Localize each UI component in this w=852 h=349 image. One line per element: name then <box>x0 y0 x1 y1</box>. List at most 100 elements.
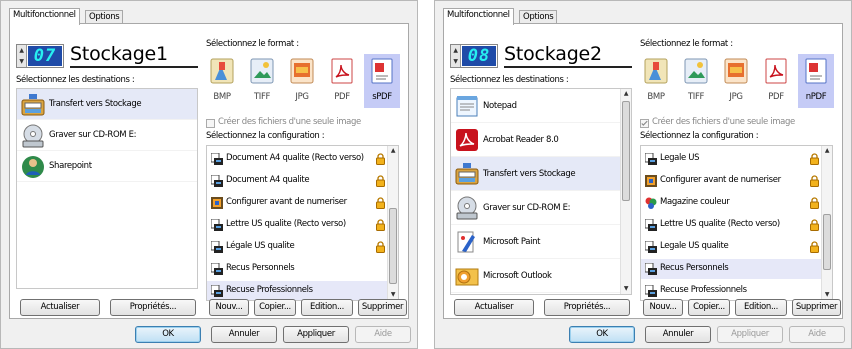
apply-button[interactable]: Appliquer <box>717 326 783 343</box>
single-file-checkbox[interactable] <box>206 119 215 128</box>
refresh-button[interactable]: Actualiser <box>20 299 100 316</box>
delete-button[interactable]: Supprimer <box>792 299 841 316</box>
tab-multifonctionnel[interactable]: Multifonctionnel <box>443 8 514 25</box>
format-tiff[interactable]: TIFF <box>678 54 714 108</box>
configuration-item[interactable]: Recuse Professionnels <box>641 281 823 300</box>
format-jpg[interactable]: JPG <box>718 54 754 108</box>
destination-item[interactable]: Microsoft Outlook <box>451 259 621 293</box>
cancel-button[interactable]: Annuler <box>645 326 711 343</box>
ok-button[interactable]: OK <box>569 326 635 343</box>
new-button[interactable]: Nouv... <box>643 299 683 316</box>
button-number-spinner[interactable]: ▲ ▼ 07 <box>16 44 64 68</box>
configuration-list[interactable]: Legale US Configurer avant de numeriser Ma… <box>640 145 833 301</box>
scroll-up-icon[interactable]: ▲ <box>388 146 398 156</box>
button-name-field[interactable]: Stockage1 <box>70 40 198 68</box>
destination-item[interactable]: Graver sur CD-ROM E: <box>17 120 197 151</box>
notepad-icon <box>454 93 480 119</box>
new-button[interactable]: Nouv... <box>209 299 249 316</box>
tab-options[interactable]: Options <box>519 10 558 24</box>
tab-multifonctionnel[interactable]: Multifonctionnel <box>9 8 80 25</box>
configuration-item[interactable]: Document A4 qualite <box>207 171 389 191</box>
configuration-item[interactable]: Magazine couleur <box>641 193 823 213</box>
scroll-up-icon[interactable]: ▲ <box>822 146 832 156</box>
spinner-arrows[interactable]: ▲ ▼ <box>17 45 27 67</box>
destination-item[interactable]: Acrobat Reader 8.0 <box>451 123 621 157</box>
configuration-item[interactable]: Lettre US qualite (Recto verso) <box>641 215 823 235</box>
configuration-item[interactable]: Recuse Professionnels <box>207 281 389 300</box>
destinations-list[interactable]: Notepad Acrobat Reader 8.0 Transfert vers … <box>450 88 632 295</box>
scanner-properties-dialog-1: Multifonctionnel Options ▲ ▼ 07 Stockage1 Séle… <box>0 0 418 349</box>
destinations-label: Sélectionnez les destinations : <box>450 75 569 85</box>
format-bmp[interactable]: BMP <box>638 54 674 108</box>
configuration-item[interactable]: Configurer avant de numeriser <box>641 171 823 191</box>
destination-item[interactable]: Transfert vers Stockage <box>451 157 621 191</box>
spin-up-icon[interactable]: ▲ <box>17 45 26 56</box>
apply-button[interactable]: Appliquer <box>283 326 349 343</box>
destinations-label: Sélectionnez les destinations : <box>16 75 135 85</box>
button-number-display: 07 <box>28 46 62 66</box>
lock-icon <box>376 153 385 165</box>
configuration-label: Document A4 qualite (Recto verso) <box>226 153 364 163</box>
spin-up-icon[interactable]: ▲ <box>451 45 460 56</box>
configuration-label: Recuse Professionnels <box>660 285 747 295</box>
copy-button[interactable]: Copier... <box>688 299 730 316</box>
configuration-item[interactable]: Recus Personnels <box>641 259 823 279</box>
destination-item[interactable]: Microsoft Paint <box>451 225 621 259</box>
configuration-scrollbar[interactable]: ▲ ▼ <box>387 146 398 300</box>
configuration-list[interactable]: Document A4 qualite (Recto verso) Documen… <box>206 145 399 301</box>
configuration-item[interactable]: Document A4 qualite (Recto verso) <box>207 149 389 169</box>
properties-button[interactable]: Propriétés... <box>110 299 196 316</box>
scroll-thumb[interactable] <box>389 208 397 284</box>
button-name-field[interactable]: Stockage2 <box>504 40 632 68</box>
format-bmp[interactable]: BMP <box>204 54 240 108</box>
scroll-thumb[interactable] <box>622 101 630 201</box>
destinations-scrollbar[interactable]: ▲ ▼ <box>620 89 631 294</box>
configuration-label: Légale US qualite <box>226 241 295 251</box>
copy-button[interactable]: Copier... <box>254 299 296 316</box>
configuration-item[interactable]: Légale US qualite <box>207 237 389 257</box>
configuration-item[interactable]: Legale US <box>641 149 823 169</box>
lock-icon <box>810 175 819 187</box>
format-tiff[interactable]: TIFF <box>244 54 280 108</box>
configuration-label: Lettre US qualite (Recto verso) <box>660 219 780 229</box>
destination-item[interactable]: Graver sur CD-ROM E: <box>451 191 621 225</box>
format-pdf[interactable]: PDF <box>758 54 794 108</box>
ok-button[interactable]: OK <box>135 326 201 343</box>
configure-icon <box>645 175 657 187</box>
destination-item[interactable]: Transfert vers Stockage <box>17 89 197 120</box>
scroll-thumb[interactable] <box>823 214 831 270</box>
properties-button[interactable]: Propriétés... <box>544 299 630 316</box>
configuration-scrollbar[interactable]: ▲ ▼ <box>821 146 832 300</box>
help-button[interactable]: Aide <box>789 326 845 343</box>
destination-item[interactable]: Sharepoint <box>17 151 197 182</box>
destination-item[interactable]: Notepad <box>451 89 621 123</box>
configuration-item[interactable]: Legale US qualite <box>641 237 823 257</box>
configuration-item[interactable]: Lettre US qualite (Recto verso) <box>207 215 389 235</box>
format-npdf[interactable]: nPDF <box>798 54 834 108</box>
configuration-label: Magazine couleur <box>660 197 730 207</box>
tab-options[interactable]: Options <box>85 10 124 24</box>
cancel-button[interactable]: Annuler <box>211 326 277 343</box>
destinations-list[interactable]: Transfert vers Stockage Graver sur CD-ROM… <box>16 88 198 289</box>
format-spdf[interactable]: sPDF <box>364 54 400 108</box>
spin-down-icon[interactable]: ▼ <box>17 56 26 67</box>
format-pdf[interactable]: PDF <box>324 54 360 108</box>
delete-button[interactable]: Supprimer <box>358 299 407 316</box>
configuration-item[interactable]: Configurer avant de numeriser <box>207 193 389 213</box>
single-file-checkbox[interactable] <box>640 119 649 128</box>
edit-button[interactable]: Edition... <box>301 299 353 316</box>
configuration-item[interactable]: Recus Personnels <box>207 259 389 279</box>
scroll-up-icon[interactable]: ▲ <box>621 89 631 99</box>
edit-button[interactable]: Edition... <box>735 299 787 316</box>
format-label: JPG <box>729 92 743 102</box>
help-button[interactable]: Aide <box>355 326 411 343</box>
button-number-spinner[interactable]: ▲ ▼ 08 <box>450 44 498 68</box>
refresh-button[interactable]: Actualiser <box>454 299 534 316</box>
spin-down-icon[interactable]: ▼ <box>451 56 460 67</box>
format-label: PDF <box>768 92 784 102</box>
spinner-arrows[interactable]: ▲ ▼ <box>451 45 461 67</box>
format-jpg[interactable]: JPG <box>284 54 320 108</box>
scroll-down-icon[interactable]: ▼ <box>621 284 631 294</box>
lock-icon <box>810 197 819 209</box>
lock-icon <box>376 175 385 187</box>
